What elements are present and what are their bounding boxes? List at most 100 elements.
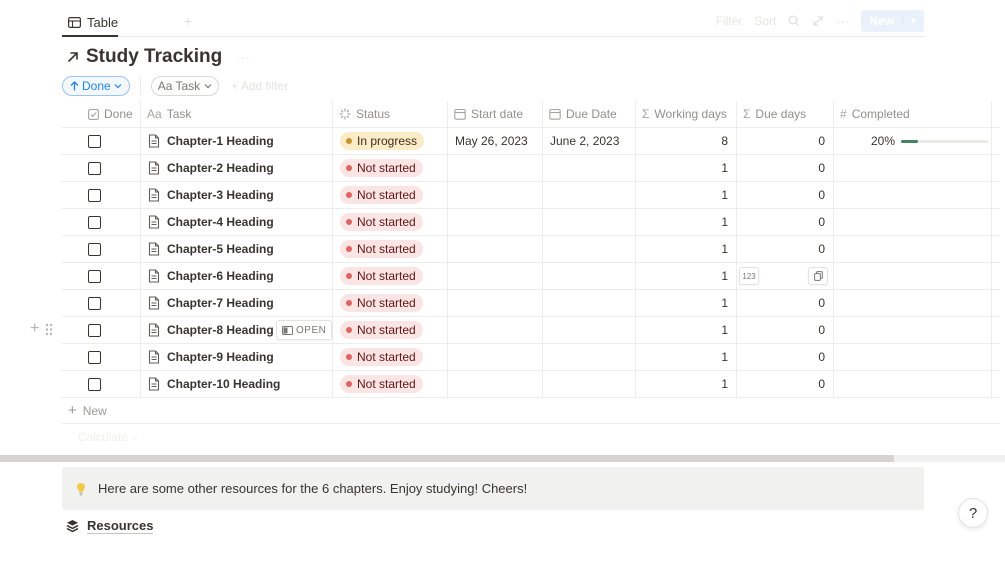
task-title[interactable]: Chapter-4 Heading	[167, 215, 274, 229]
due-date-cell[interactable]	[542, 182, 635, 208]
due-date-cell[interactable]	[542, 344, 635, 370]
sort-chip-done[interactable]: Done	[62, 76, 130, 96]
start-date-cell[interactable]	[447, 209, 542, 235]
status-cell[interactable]: Not started	[332, 182, 447, 208]
table-row[interactable]: Chapter-4 Heading Not started 1 0	[62, 209, 1000, 236]
done-checkbox[interactable]	[88, 242, 101, 256]
due-days-cell[interactable]: 0	[736, 182, 833, 208]
done-checkbox[interactable]	[88, 188, 101, 202]
done-cell[interactable]	[62, 290, 140, 316]
status-badge[interactable]: In progress	[340, 132, 425, 150]
done-cell[interactable]	[62, 236, 140, 262]
due-days-cell[interactable]: 0	[736, 209, 833, 235]
title-more-icon[interactable]: ···	[236, 49, 250, 65]
working-days-cell[interactable]: 1	[635, 209, 736, 235]
column-header-done[interactable]: Done	[62, 101, 140, 127]
completed-cell[interactable]	[833, 182, 991, 208]
horizontal-scrollbar[interactable]	[0, 455, 1005, 462]
help-button[interactable]: ?	[958, 498, 988, 528]
due-days-cell[interactable]: 0	[736, 344, 833, 370]
due-date-cell[interactable]: June 2, 2023	[542, 128, 635, 154]
done-cell[interactable]	[62, 155, 140, 181]
start-date-cell[interactable]	[447, 317, 542, 343]
status-badge[interactable]: Not started	[340, 240, 423, 258]
completed-cell[interactable]	[833, 290, 991, 316]
status-badge[interactable]: Not started	[340, 186, 423, 204]
status-badge[interactable]: Not started	[340, 159, 423, 177]
task-title[interactable]: Chapter-2 Heading	[167, 161, 274, 175]
working-days-cell[interactable]: 1	[635, 344, 736, 370]
callout-block[interactable]: Here are some other resources for the 6 …	[62, 467, 924, 510]
task-cell[interactable]: Chapter-5 Heading	[140, 236, 332, 262]
start-date-cell[interactable]	[447, 371, 542, 397]
task-cell[interactable]: Chapter-4 Heading	[140, 209, 332, 235]
column-header-working-days[interactable]: Σ Working days	[635, 101, 736, 127]
done-checkbox[interactable]	[88, 161, 101, 175]
due-days-cell[interactable]: 0	[736, 236, 833, 262]
status-cell[interactable]: Not started	[332, 344, 447, 370]
more-options-icon[interactable]: ···	[836, 14, 849, 29]
done-cell[interactable]	[62, 317, 140, 343]
due-days-cell[interactable]: 0	[736, 290, 833, 316]
column-header-completed[interactable]: # Completed	[833, 101, 991, 127]
working-days-cell[interactable]: 1	[635, 263, 736, 289]
task-title[interactable]: Chapter-1 Heading	[167, 134, 274, 148]
table-row[interactable]: Chapter-10 Heading Not started 1 0	[62, 371, 1000, 398]
due-days-cell[interactable]: 0	[736, 155, 833, 181]
start-date-cell[interactable]	[447, 263, 542, 289]
due-date-cell[interactable]	[542, 371, 635, 397]
done-cell[interactable]	[62, 128, 140, 154]
status-cell[interactable]: Not started	[332, 155, 447, 181]
completed-cell[interactable]	[833, 371, 991, 397]
task-cell[interactable]: Chapter-7 Heading	[140, 290, 332, 316]
working-days-cell[interactable]: 1	[635, 236, 736, 262]
due-date-cell[interactable]	[542, 317, 635, 343]
filter-chip-task[interactable]: Aa Task	[150, 76, 220, 96]
table-row[interactable]: Chapter-2 Heading Not started 1 0	[62, 155, 1000, 182]
completed-cell[interactable]	[833, 317, 991, 343]
table-row[interactable]: Chapter-5 Heading Not started 1 0	[62, 236, 1000, 263]
resources-link[interactable]: Resources	[66, 518, 154, 534]
open-page-button[interactable]: OPEN	[276, 320, 333, 340]
due-days-cell[interactable]: 0	[736, 128, 833, 154]
completed-cell[interactable]	[833, 209, 991, 235]
chevron-down-icon[interactable]: ▼	[902, 16, 924, 26]
working-days-cell[interactable]: 1	[635, 155, 736, 181]
number-format-badge[interactable]: 123	[739, 267, 759, 285]
done-checkbox[interactable]	[88, 269, 101, 283]
completed-cell[interactable]	[833, 236, 991, 262]
done-checkbox[interactable]	[88, 323, 101, 337]
status-badge[interactable]: Not started	[340, 348, 423, 366]
calculate-row[interactable]: Calculate ⌄	[62, 424, 1000, 450]
due-date-cell[interactable]	[542, 290, 635, 316]
status-badge[interactable]: Not started	[340, 267, 423, 285]
table-row[interactable]: Chapter-9 Heading Not started 1 0	[62, 344, 1000, 371]
start-date-cell[interactable]	[447, 182, 542, 208]
done-cell[interactable]	[62, 209, 140, 235]
add-row-icon[interactable]: +	[30, 320, 39, 338]
status-badge[interactable]: Not started	[340, 213, 423, 231]
done-cell[interactable]	[62, 344, 140, 370]
page-title[interactable]: Study Tracking	[86, 46, 222, 68]
column-header-due-days[interactable]: Σ Due days	[736, 101, 833, 127]
column-header-due-date[interactable]: Due Date	[542, 101, 635, 127]
done-checkbox[interactable]	[88, 350, 101, 364]
filter-button[interactable]: Filter	[716, 14, 743, 28]
drag-handle-icon[interactable]	[45, 323, 53, 336]
completed-cell[interactable]	[833, 344, 991, 370]
status-cell[interactable]: In progress	[332, 128, 447, 154]
new-button[interactable]: New ▼	[861, 10, 924, 32]
done-checkbox[interactable]	[88, 134, 101, 148]
start-date-cell[interactable]	[447, 344, 542, 370]
task-cell[interactable]: Chapter-9 Heading	[140, 344, 332, 370]
task-cell[interactable]: Chapter-10 Heading	[140, 371, 332, 397]
task-title[interactable]: Chapter-3 Heading	[167, 188, 274, 202]
column-header-start-date[interactable]: Start date	[447, 101, 542, 127]
working-days-cell[interactable]: 1	[635, 182, 736, 208]
task-cell[interactable]: Chapter-1 Heading	[140, 128, 332, 154]
completed-cell[interactable]	[833, 263, 991, 289]
add-view-icon[interactable]: +	[184, 13, 192, 29]
start-date-cell[interactable]	[447, 155, 542, 181]
done-cell[interactable]	[62, 182, 140, 208]
task-title[interactable]: Chapter-8 Heading	[167, 323, 274, 337]
